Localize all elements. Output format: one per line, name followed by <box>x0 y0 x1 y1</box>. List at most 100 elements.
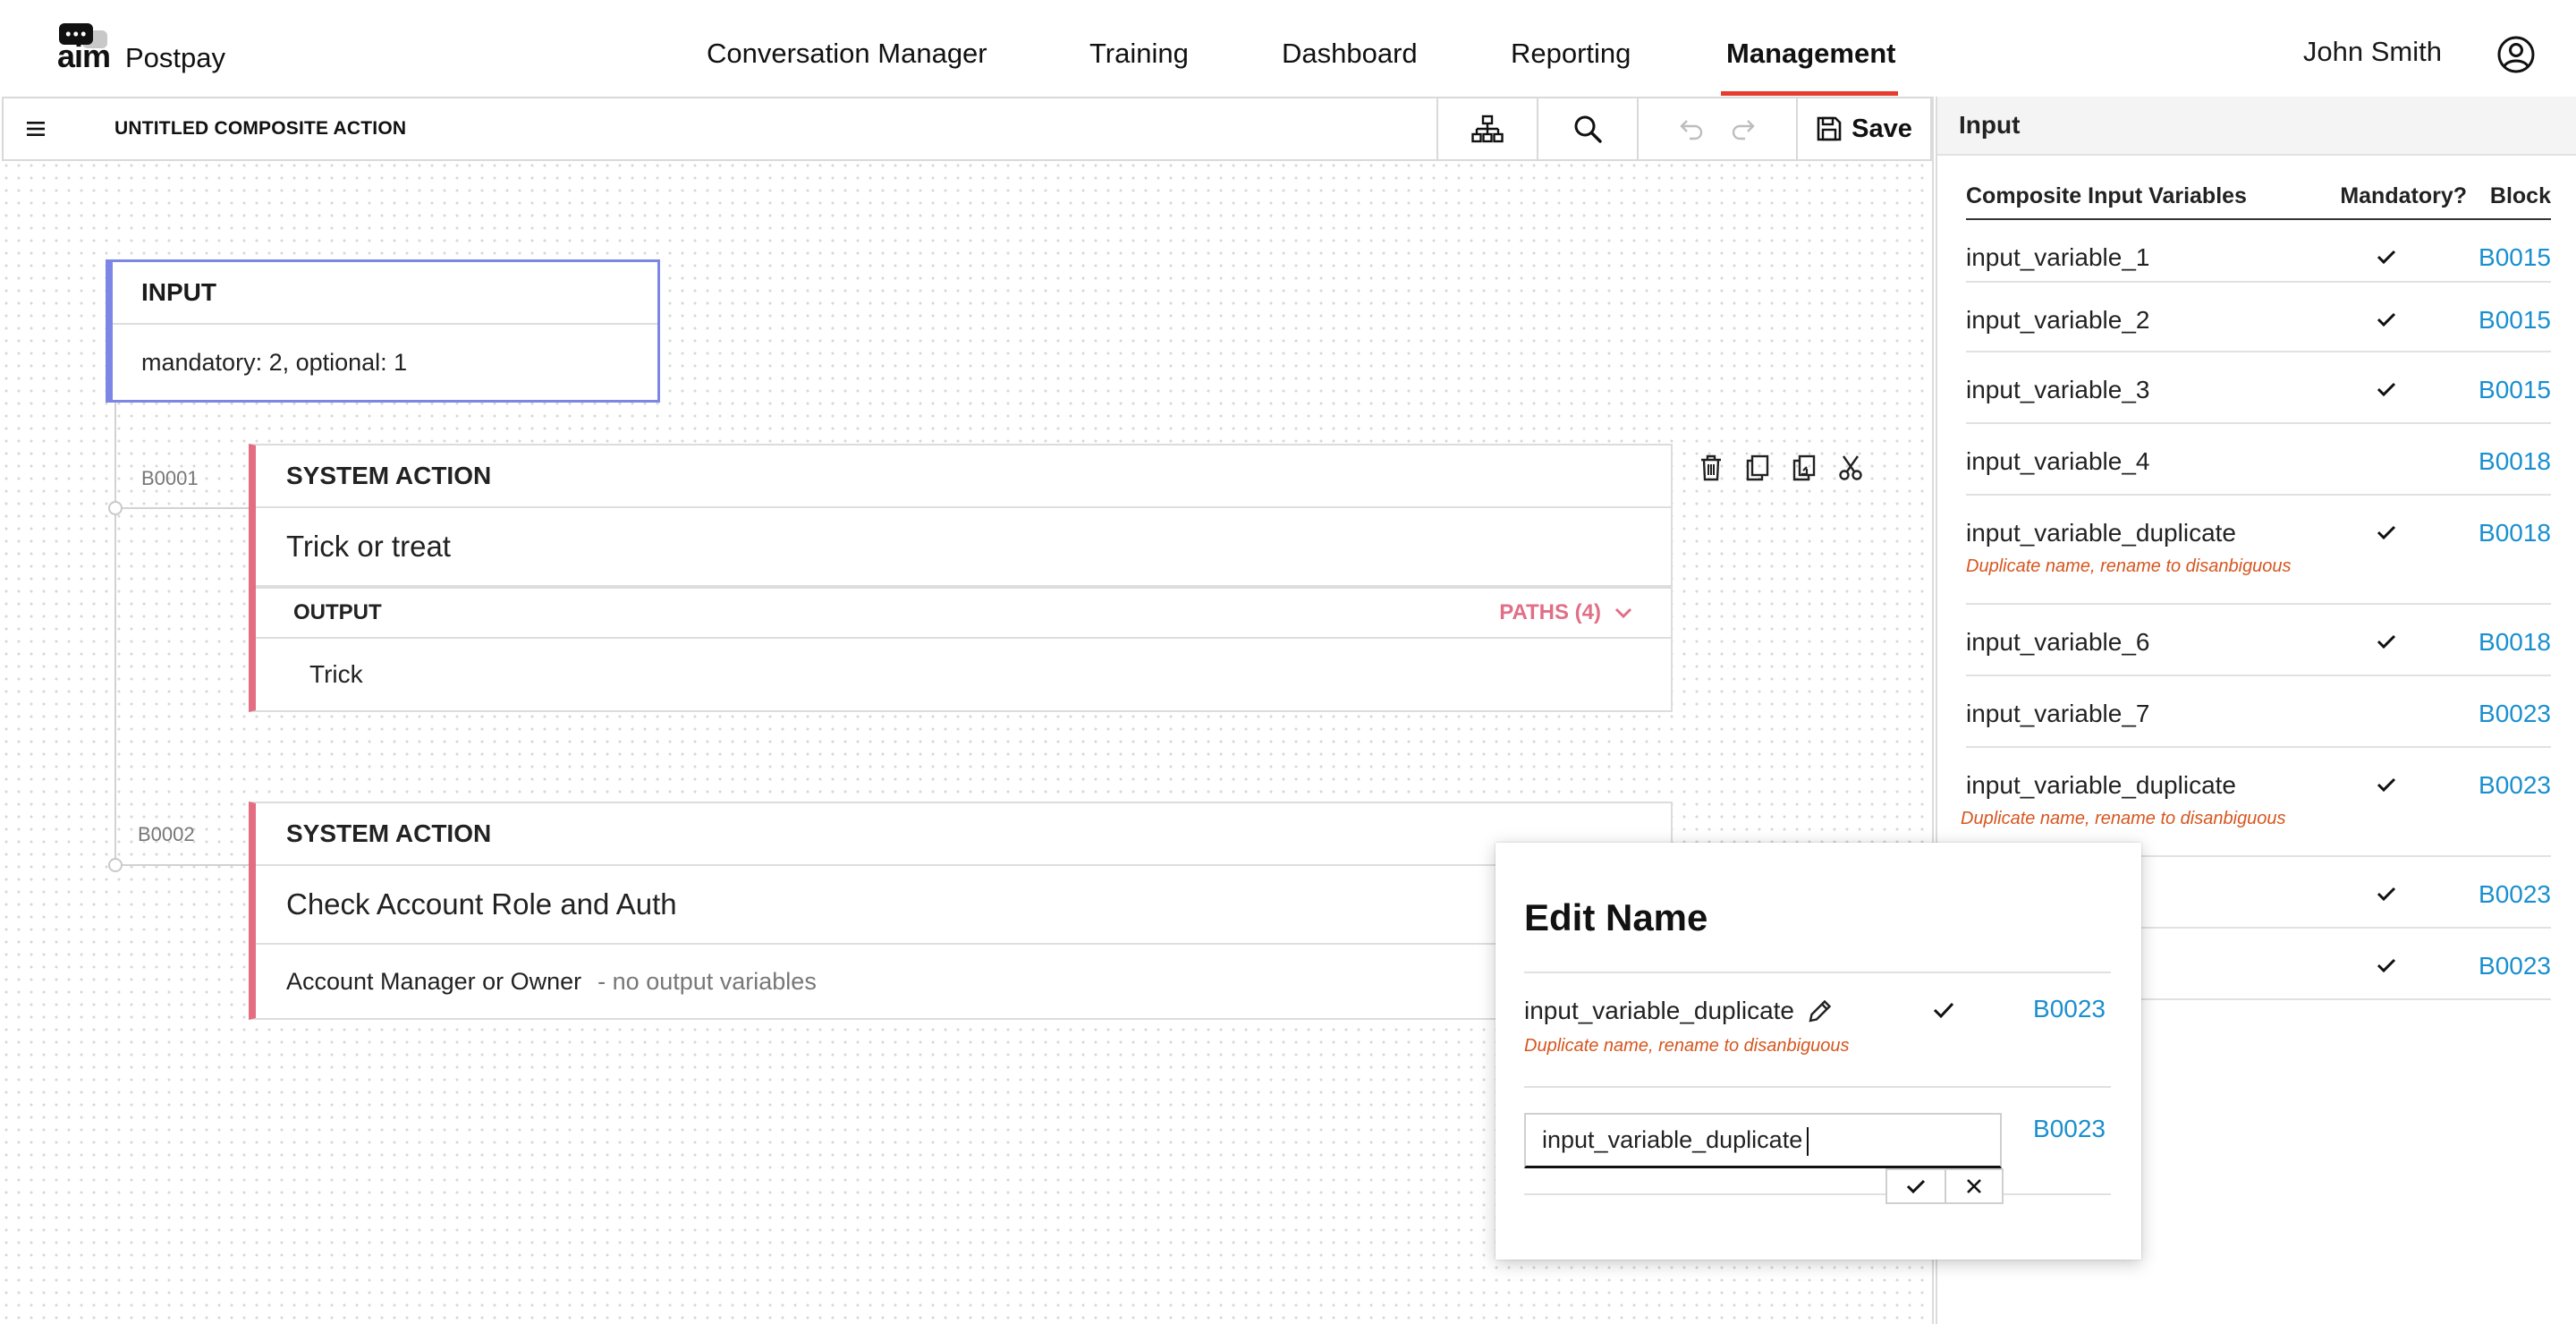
check-icon <box>1906 1179 1926 1194</box>
variable-name-text: input_variable_2 <box>1966 306 2150 334</box>
mandatory-cell <box>2324 306 2413 335</box>
user-circle-icon[interactable] <box>2497 36 2535 73</box>
variable-name: input_variable_3 <box>1966 376 2324 404</box>
variable-name: input_variable_2 <box>1966 306 2324 335</box>
connector-node[interactable] <box>108 501 123 515</box>
variable-name: input_variable_duplicate Duplicate name, … <box>1961 771 2324 829</box>
block-link[interactable]: B0015 <box>2413 306 2551 335</box>
input-block-header: INPUT <box>113 262 657 325</box>
brand-logo[interactable]: aim Postpay <box>57 23 226 74</box>
confirm-button[interactable] <box>1887 1170 1945 1202</box>
layout-tree-button[interactable] <box>1436 98 1537 159</box>
cut-icon <box>1839 455 1862 480</box>
variable-name: input_variable_4 <box>1966 447 2324 476</box>
cancel-button[interactable] <box>1945 1170 2002 1202</box>
undo-icon[interactable] <box>1679 117 1704 140</box>
input-block[interactable]: INPUT mandatory: 2, optional: 1 <box>106 259 660 403</box>
output-value: Account Manager or Owner <box>286 967 582 995</box>
column-header-name: Composite Input Variables <box>1966 182 2247 208</box>
copy-button[interactable] <box>1744 453 1771 483</box>
rename-input[interactable] <box>1524 1113 2002 1168</box>
chevron-down-icon <box>1614 607 1632 619</box>
output-value[interactable]: Trick <box>256 639 1671 710</box>
column-header-block: Block <box>2489 182 2551 208</box>
variable-name-text: input_variable_1 <box>1966 243 2150 271</box>
nav-dashboard[interactable]: Dashboard <box>1282 39 1418 67</box>
duplicate-error: Duplicate name, rename to disanbiguous <box>1961 809 2286 828</box>
input-block-summary: mandatory: 2, optional: 1 <box>141 348 408 376</box>
nav-conversation-manager[interactable]: Conversation Manager <box>707 39 987 67</box>
check-icon <box>2377 634 2396 649</box>
mandatory-cell <box>2324 952 2413 980</box>
block-id: B0001 <box>141 467 199 489</box>
block-title[interactable]: Check Account Role and Auth <box>256 866 1671 945</box>
check-icon <box>2377 777 2396 793</box>
table-row[interactable]: input_variable_1 B0015 <box>1966 220 2551 283</box>
dialog-current-row: input_variable_duplicate Duplicate name,… <box>1524 972 2111 1088</box>
variable-name: input_variable_duplicate <box>1524 997 1794 1024</box>
nav-reporting[interactable]: Reporting <box>1511 39 1631 67</box>
block-link[interactable]: B0015 <box>2413 243 2551 272</box>
table-row[interactable]: input_variable_duplicate Duplicate name, … <box>1961 748 2551 857</box>
variable-name: input_variable_duplicate Duplicate name, … <box>1966 519 2324 577</box>
rename-actions <box>1885 1168 2004 1204</box>
edit-name-dialog: Edit Name input_variable_duplicate Dupli… <box>1496 843 2141 1260</box>
block-link[interactable]: B0023 <box>2413 952 2551 980</box>
block-link[interactable]: B0018 <box>2413 628 2551 657</box>
flow-connector <box>114 401 116 866</box>
save-button[interactable]: Save <box>1796 98 1930 159</box>
table-row[interactable]: input_variable_3 B0015 <box>1966 352 2551 424</box>
variable-name-text: input_variable_6 <box>1966 628 2150 656</box>
table-row[interactable]: input_variable_2 B0015 <box>1966 283 2551 352</box>
search-button[interactable] <box>1537 98 1637 159</box>
system-action-block[interactable]: SYSTEM ACTION Check Account Role and Aut… <box>249 802 1673 1020</box>
nav-training[interactable]: Training <box>1089 39 1189 67</box>
block-link[interactable]: B0018 <box>2413 519 2551 547</box>
paste-button[interactable] <box>1791 453 1818 483</box>
block-title[interactable]: Trick or treat <box>256 508 1671 587</box>
close-icon <box>1967 1179 1981 1193</box>
table-row[interactable]: input_variable_4 B0018 <box>1966 424 2551 496</box>
block-actions <box>1698 453 1864 483</box>
hierarchy-icon <box>1471 115 1504 143</box>
menu-button[interactable] <box>4 98 68 159</box>
duplicate-error: Duplicate name, rename to disanbiguous <box>1966 556 2292 576</box>
system-action-block[interactable]: SYSTEM ACTION Trick or treat OUTPUT PATH… <box>249 444 1673 712</box>
variable-name-text: input_variable_duplicate <box>1966 771 2236 799</box>
block-link[interactable]: B0023 <box>2413 771 2551 800</box>
variable-name: input_variable_1 <box>1966 243 2324 272</box>
trash-icon <box>1701 454 1721 481</box>
cut-button[interactable] <box>1837 453 1864 483</box>
redo-icon[interactable] <box>1731 117 1756 140</box>
canvas-toolbar: UNTITLED COMPOSITE ACTION Save <box>2 97 1932 161</box>
top-navigation: aim Postpay Conversation Manager Trainin… <box>0 0 2576 97</box>
block-link[interactable]: B0023 <box>2413 880 2551 909</box>
block-link[interactable]: B0023 <box>2033 1115 2106 1143</box>
check-icon <box>2377 525 2396 540</box>
paths-toggle[interactable]: PATHS (4) <box>1499 600 1633 625</box>
output-label: OUTPUT <box>293 600 382 624</box>
block-link[interactable]: B0023 <box>2033 995 2106 1023</box>
block-link[interactable]: B0018 <box>2413 447 2551 476</box>
block-id: B0002 <box>138 823 195 845</box>
menu-icon <box>27 122 45 136</box>
nav-management[interactable]: Management <box>1726 39 1895 67</box>
pencil-icon[interactable] <box>1807 997 1834 1024</box>
mandatory-check-icon <box>1933 1002 1954 1019</box>
block-link[interactable]: B0023 <box>2413 700 2551 728</box>
table-row[interactable]: input_variable_duplicate Duplicate name, … <box>1966 496 2551 605</box>
connector-node[interactable] <box>108 858 123 872</box>
save-label: Save <box>1852 114 1912 143</box>
user-name[interactable]: John Smith <box>2303 36 2442 68</box>
table-row[interactable]: input_variable_6 B0018 <box>1966 605 2551 676</box>
copy-icon <box>1746 454 1769 481</box>
block-link[interactable]: B0015 <box>2413 376 2551 404</box>
mandatory-cell <box>2324 519 2413 547</box>
paths-label: PATHS (4) <box>1499 600 1601 624</box>
composite-action-title[interactable]: UNTITLED COMPOSITE ACTION <box>114 118 406 140</box>
table-row[interactable]: input_variable_7 B0023 <box>1966 676 2551 748</box>
delete-button[interactable] <box>1698 453 1724 483</box>
output-row[interactable]: Account Manager or Owner - no output var… <box>256 945 1671 1018</box>
text-cursor <box>1807 1127 1809 1156</box>
brand-name: Postpay <box>125 42 226 73</box>
